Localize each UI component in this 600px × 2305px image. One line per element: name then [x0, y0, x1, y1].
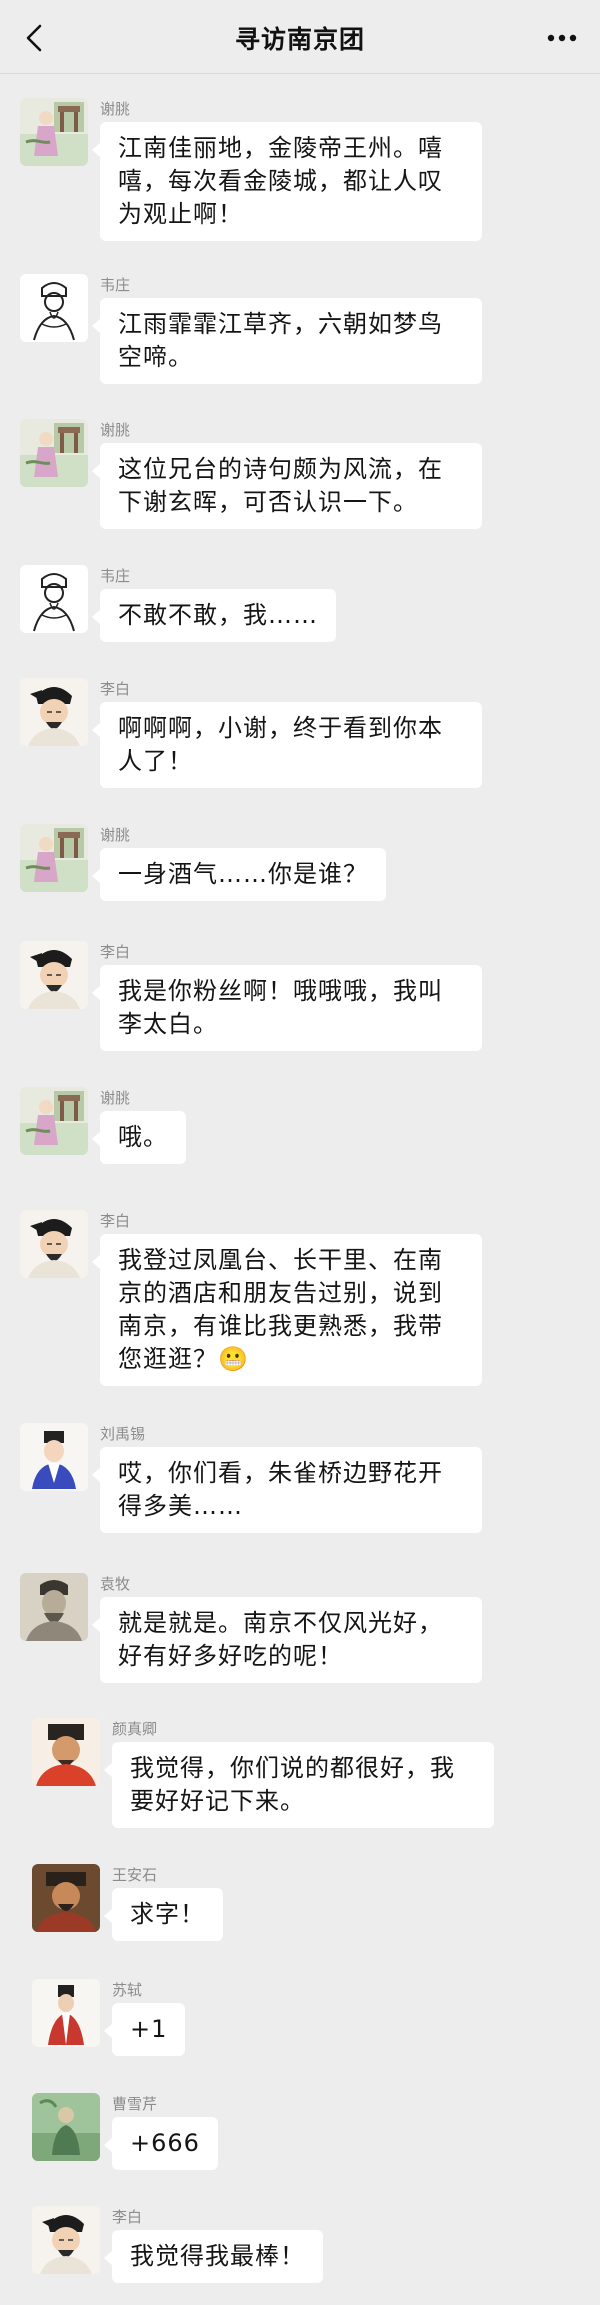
message-bubble: 江雨霏霏江草齐，六朝如梦鸟空啼。 — [92, 298, 482, 384]
sender-name: 李白 — [112, 2208, 143, 2226]
xietiao-avatar[interactable] — [20, 824, 88, 892]
sender-name: 袁牧 — [100, 1575, 131, 1593]
yanzhenqing-avatar[interactable] — [32, 1718, 100, 1786]
caoxueqin-avatar[interactable] — [32, 2093, 100, 2161]
message-bubble: 我是你粉丝啊！哦哦哦，我叫李太白。 — [92, 965, 482, 1051]
message-bubble: 我登过凤凰台、长干里、在南京的酒店和朋友告过别，说到南京，有谁比我更熟悉，我带您… — [92, 1234, 482, 1386]
message-bubble: 哦。 — [92, 1111, 186, 1164]
sender-name: 苏轼 — [112, 1981, 143, 1999]
message-bubble: 啊啊啊，小谢，终于看到你本人了！ — [92, 702, 482, 788]
liuyuxi-avatar[interactable] — [20, 1423, 88, 1491]
weizhuang-avatar[interactable] — [20, 565, 88, 633]
yuanmu-avatar[interactable] — [20, 1573, 88, 1641]
message-bubble: 求字！ — [104, 1888, 223, 1941]
sender-name: 谢朓 — [100, 100, 131, 118]
sender-name: 曹雪芹 — [112, 2095, 158, 2113]
sender-name: 谢朓 — [100, 1089, 131, 1107]
sender-name: 王安石 — [112, 1866, 158, 1884]
chat-header: 寻访南京团 — [0, 0, 600, 74]
xietiao-avatar[interactable] — [20, 1087, 88, 1155]
sender-name: 颜真卿 — [112, 1720, 158, 1738]
sender-name: 韦庄 — [100, 276, 131, 294]
message-bubble: 一身酒气……你是谁？ — [92, 848, 386, 901]
libai-avatar[interactable] — [32, 2206, 100, 2274]
libai-avatar[interactable] — [20, 1210, 88, 1278]
chat-title: 寻访南京团 — [234, 25, 365, 54]
libai-avatar[interactable] — [20, 678, 88, 746]
message-bubble: 不敢不敢，我…… — [92, 589, 336, 642]
message-bubble: +1 — [103, 2003, 186, 2056]
message-bubble: 就是就是。南京不仅风光好，好有好多好吃的呢！ — [92, 1597, 482, 1683]
more-options-icon[interactable] — [542, 22, 582, 54]
message-bubble: 江南佳丽地，金陵帝王州。嘻嘻，每次看金陵城，都让人叹为观止啊！ — [92, 122, 482, 241]
libai-avatar[interactable] — [20, 941, 88, 1009]
sushi-avatar[interactable] — [32, 1979, 100, 2047]
sender-name: 刘禹锡 — [100, 1425, 146, 1443]
message-bubble: 哎，你们看，朱雀桥边野花开得多美…… — [92, 1447, 482, 1533]
wanganshi-avatar[interactable] — [32, 1864, 100, 1932]
message-bubble: +666 — [104, 2117, 218, 2170]
sender-name: 韦庄 — [100, 567, 131, 585]
sender-name: 李白 — [100, 943, 131, 961]
weizhuang-avatar[interactable] — [20, 274, 88, 342]
message-bubble: 我觉得我最棒！ — [104, 2230, 323, 2283]
sender-name: 李白 — [100, 1212, 131, 1230]
xietiao-avatar[interactable] — [20, 98, 88, 166]
sender-name: 李白 — [100, 680, 131, 698]
message-bubble: 我觉得，你们说的都很好，我要好好记下来。 — [104, 1742, 494, 1828]
xietiao-avatar[interactable] — [20, 419, 88, 487]
sender-name: 谢朓 — [100, 421, 131, 439]
sender-name: 谢朓 — [100, 826, 131, 844]
message-bubble: 这位兄台的诗句颇为风流，在下谢玄晖，可否认识一下。 — [92, 443, 482, 529]
